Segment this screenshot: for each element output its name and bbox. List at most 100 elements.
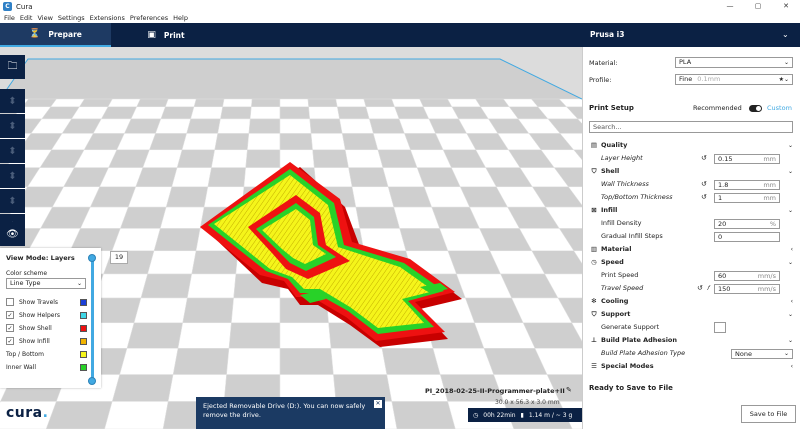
top-bottom-input[interactable]: 1 mm [714, 193, 780, 203]
checkbox[interactable]: ✓ [6, 311, 14, 319]
setting-generate-support: Generate Support [601, 322, 793, 333]
menu-preferences[interactable]: Preferences [130, 14, 168, 22]
category-special-modes[interactable]: ☰ Special Modes ‹ [589, 361, 793, 372]
fan-icon: ✻ [591, 297, 597, 305]
menu-view[interactable]: View [37, 14, 52, 22]
rotate-icon: ⬍ [8, 145, 17, 157]
layer-height-input[interactable]: 0.15 mm [714, 154, 780, 164]
reset-icon[interactable]: ↺ [701, 179, 707, 190]
grid-cell [177, 322, 232, 349]
clock-icon: ◷ [473, 411, 479, 419]
gradual-infill-input[interactable]: 0 [714, 232, 780, 242]
color-scheme-select[interactable]: Line Type ⌄ [6, 278, 86, 289]
menu-settings[interactable]: Settings [58, 14, 85, 22]
setting-label: Print Speed [601, 271, 639, 279]
category-cooling[interactable]: ✻ Cooling ‹ [589, 296, 793, 307]
chevron-down-icon: ⌄ [787, 259, 793, 266]
layer-slider-track[interactable] [91, 259, 94, 381]
menu-help[interactable]: Help [173, 14, 188, 22]
save-to-file-button[interactable]: Save to File [741, 405, 796, 423]
grid-cell [249, 106, 281, 120]
menu-file[interactable]: File [4, 14, 15, 22]
legend-row-shell[interactable]: ✓ Show Shell [6, 324, 101, 334]
reset-icon[interactable]: ↺ [701, 192, 707, 203]
setting-value: 0 [718, 233, 723, 241]
menu-extensions[interactable]: Extensions [90, 14, 125, 22]
category-label: Material [601, 245, 632, 253]
chevron-left-icon: ‹ [790, 298, 793, 305]
maximize-button[interactable]: ▢ [744, 0, 772, 13]
grid-cell [247, 133, 281, 151]
pencil-icon[interactable]: ✎ [566, 386, 572, 394]
adhesion-type-select[interactable]: None ⌄ [731, 349, 793, 359]
checkbox[interactable]: ✓ [6, 337, 14, 345]
grid-cell [214, 133, 250, 151]
mode-custom[interactable]: Custom [767, 104, 792, 112]
material-icon: ▥ [590, 245, 598, 253]
wall-thickness-input[interactable]: 1.8 mm [714, 180, 780, 190]
grid-cell [155, 118, 191, 134]
layer-slider-bottom-handle[interactable] [88, 377, 96, 385]
grid-cell [226, 348, 281, 375]
close-button[interactable]: ✕ [772, 0, 800, 13]
profile-select[interactable]: Fine 0.1mm ★⌄ [675, 74, 793, 85]
checkbox[interactable]: ✓ [6, 324, 14, 332]
mode-toggle[interactable] [749, 105, 762, 112]
grid-cell [107, 98, 141, 108]
setting-layer-height: Layer Height ↺ 0.15 mm [601, 153, 793, 164]
category-material[interactable]: ▥ Material ‹ [589, 244, 793, 255]
legend-row-infill[interactable]: ✓ Show Infill [6, 337, 101, 347]
category-build-plate-adhesion[interactable]: ⊥ Build Plate Adhesion ⌄ [589, 335, 793, 346]
color-swatch [80, 338, 87, 345]
travel-speed-input[interactable]: 150 mm/s [714, 284, 780, 294]
tab-print[interactable]: ▣ Print [111, 23, 221, 47]
setting-label: Build Plate Adhesion Type [601, 349, 686, 357]
grid-cell [337, 106, 370, 120]
scale-tool[interactable]: ⬍ [0, 114, 25, 138]
material-select[interactable]: PLA ⌄ [675, 57, 793, 68]
settings-search-input[interactable]: Search... [589, 121, 793, 133]
menu-edit[interactable]: Edit [20, 14, 33, 22]
minimize-button[interactable]: — [716, 0, 744, 13]
category-quality[interactable]: ▤ Quality ⌄ [589, 140, 793, 151]
category-shell[interactable]: ⛉ Shell ⌄ [589, 166, 793, 177]
grid-cell [186, 118, 221, 134]
generate-support-checkbox[interactable] [714, 322, 726, 333]
legend-row-travels[interactable]: Show Travels [6, 298, 101, 308]
tab-prepare[interactable]: ⏳ Prepare [0, 23, 111, 47]
open-file-button[interactable]: 🗀 [0, 55, 25, 79]
function-icon[interactable]: 𝑓 [707, 283, 709, 294]
translate-tool[interactable]: ⬍ [0, 89, 25, 113]
category-speed[interactable]: ◷ Speed ⌄ [589, 257, 793, 268]
reset-icon[interactable]: ↺ [697, 283, 703, 294]
special-modes-icon: ☰ [591, 362, 597, 370]
grid-cell [181, 133, 219, 151]
rotate-tool[interactable]: ⬍ [0, 139, 25, 163]
view-mode-button[interactable]: 👁 [0, 222, 25, 246]
printer-selector[interactable]: Prusa i3 [590, 23, 624, 47]
close-icon[interactable]: ✕ [374, 400, 382, 408]
grid-cell [248, 118, 281, 134]
grid-cell [381, 348, 441, 375]
chevron-down-icon[interactable]: ⌄ [782, 23, 789, 47]
chevron-down-icon: ⌄ [787, 337, 793, 344]
legend-label: Inner Wall [6, 364, 36, 371]
grid-cell [369, 118, 405, 134]
grid-cell [279, 118, 312, 134]
mirror-tool[interactable]: ⬍ [0, 164, 25, 188]
grid-cell [279, 322, 332, 349]
chevron-down-icon: ⌄ [787, 311, 793, 318]
mode-recommended[interactable]: Recommended [693, 104, 742, 112]
category-support[interactable]: ⛉ Support ⌄ [589, 309, 793, 320]
grid-cell [341, 133, 379, 151]
layer-slider-top-handle[interactable] [88, 254, 96, 262]
current-layer-input[interactable]: 19 [110, 251, 128, 264]
per-model-settings-tool[interactable]: ⬍ [0, 189, 25, 213]
print-speed-input[interactable]: 60 mm/s [714, 271, 780, 281]
infill-density-input[interactable]: 20% [714, 219, 780, 229]
legend-row-helpers[interactable]: ✓ Show Helpers [6, 311, 101, 321]
category-infill[interactable]: ⊠ Infill ⌄ [589, 205, 793, 216]
grid-cell [111, 228, 161, 252]
checkbox[interactable] [6, 298, 14, 306]
reset-icon[interactable]: ↺ [701, 153, 707, 164]
